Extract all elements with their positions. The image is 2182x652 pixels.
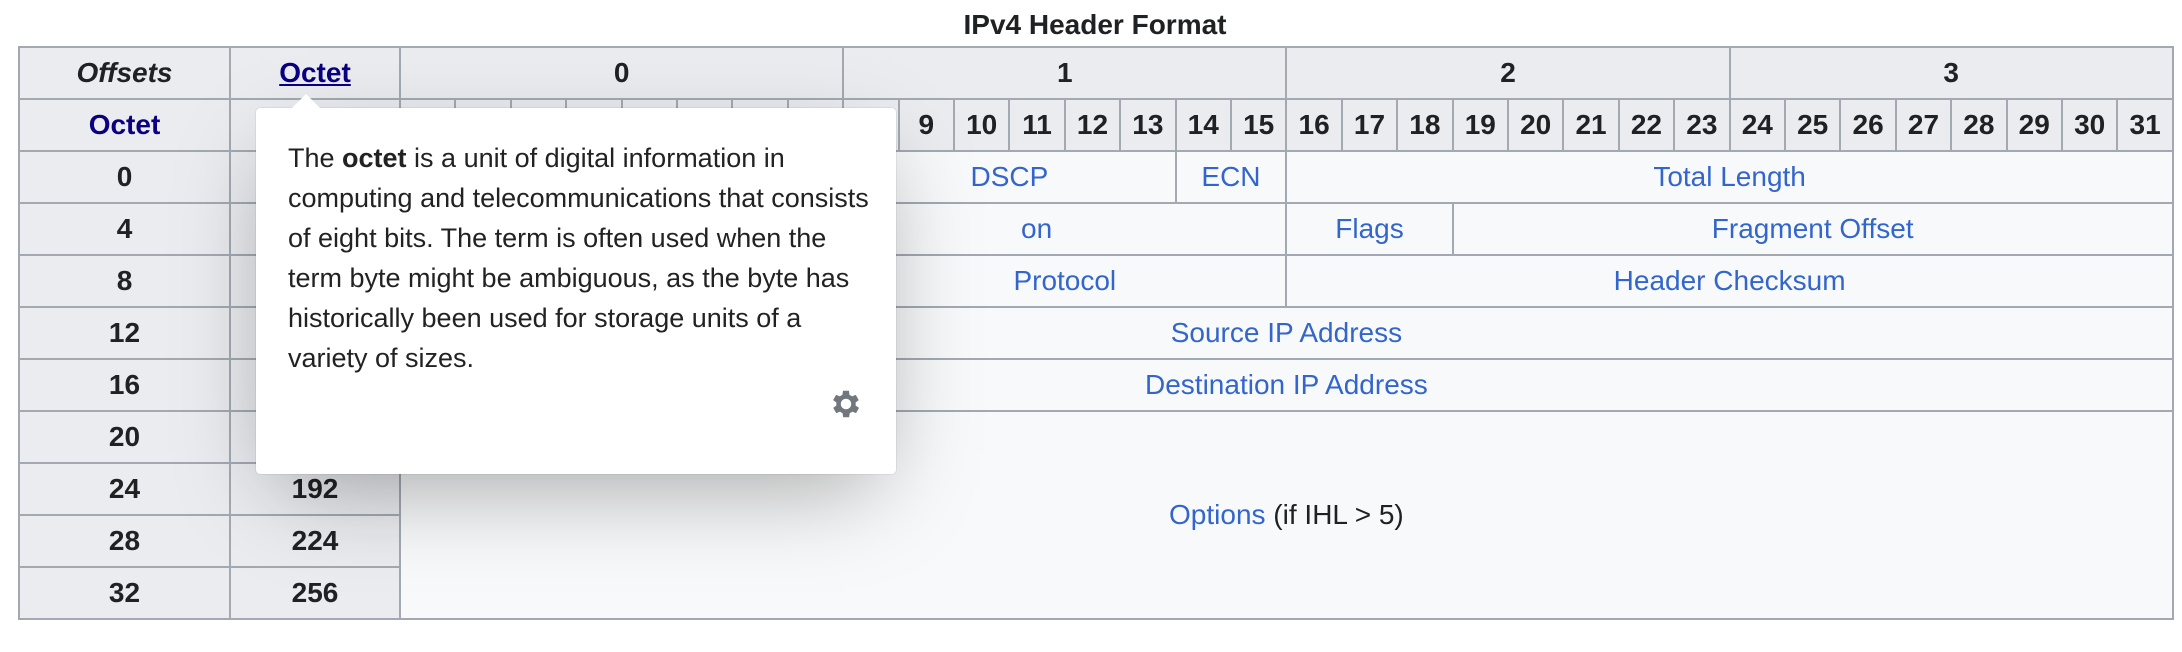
bit-number: 31 bbox=[2116, 98, 2174, 152]
octet-header-cell: Octet bbox=[229, 46, 401, 100]
octet-group-1: 1 bbox=[842, 46, 1288, 100]
field-ecn: ECN bbox=[1174, 150, 1288, 204]
header-checksum-link[interactable]: Header Checksum bbox=[1614, 265, 1846, 296]
table-caption: IPv4 Header Format bbox=[963, 9, 1227, 40]
destination-ip-link[interactable]: Destination IP Address bbox=[1145, 369, 1428, 400]
bit-number: 9 bbox=[897, 98, 955, 152]
bit-number: 14 bbox=[1174, 98, 1232, 152]
row-octet-offset: 24 bbox=[18, 462, 231, 516]
gear-icon[interactable] bbox=[828, 386, 864, 422]
bit-number: 10 bbox=[952, 98, 1011, 152]
bit-number: 15 bbox=[1229, 98, 1288, 152]
row-bit-offset: 256 bbox=[229, 566, 401, 620]
bit-number: 13 bbox=[1119, 98, 1177, 152]
bit-number: 29 bbox=[2005, 98, 2063, 152]
octet-link[interactable]: Octet bbox=[279, 57, 351, 88]
bit-number: 22 bbox=[1617, 98, 1676, 152]
row-octet-offset: 16 bbox=[18, 358, 231, 412]
dscp-link[interactable]: DSCP bbox=[970, 161, 1048, 192]
bit-number: 12 bbox=[1063, 98, 1122, 152]
row-bit-offset: 224 bbox=[229, 514, 401, 568]
row-octet-offset: 12 bbox=[18, 306, 231, 360]
row-octet-offset: 4 bbox=[18, 202, 231, 256]
bit-number: 19 bbox=[1451, 98, 1509, 152]
popup-term: octet bbox=[342, 143, 407, 173]
total-length-link[interactable]: Total Length bbox=[1653, 161, 1806, 192]
bit-number: 27 bbox=[1894, 98, 1953, 152]
identification-link[interactable]: on bbox=[1021, 213, 1052, 244]
fragment-offset-link[interactable]: Fragment Offset bbox=[1712, 213, 1914, 244]
row-octet-offset: 8 bbox=[18, 254, 231, 308]
row-octet-offset: 28 bbox=[18, 514, 231, 568]
row-octet-offset: 32 bbox=[18, 566, 231, 620]
field-fragment-offset: Fragment Offset bbox=[1451, 202, 2174, 256]
bit-number: 17 bbox=[1340, 98, 1399, 152]
field-header-checksum: Header Checksum bbox=[1285, 254, 2174, 308]
octet-group-3: 3 bbox=[1728, 46, 2174, 100]
bit-number: 30 bbox=[2060, 98, 2119, 152]
bit-number: 28 bbox=[1950, 98, 2008, 152]
protocol-link[interactable]: Protocol bbox=[1013, 265, 1116, 296]
popup-text: The octet is a unit of digital informati… bbox=[288, 138, 878, 378]
field-protocol: Protocol bbox=[842, 254, 1288, 308]
ecn-link[interactable]: ECN bbox=[1201, 161, 1260, 192]
bit-number: 21 bbox=[1562, 98, 1620, 152]
field-flags: Flags bbox=[1285, 202, 1454, 256]
octet-row-label: Octet bbox=[18, 98, 231, 152]
row-octet-offset: 0 bbox=[18, 150, 231, 204]
header-row-octet-groups: Offsets Octet 0 1 2 3 bbox=[18, 46, 2174, 100]
bit-number: 18 bbox=[1396, 98, 1454, 152]
row-octet-offset: 20 bbox=[18, 410, 231, 464]
flags-link[interactable]: Flags bbox=[1335, 213, 1403, 244]
offsets-header: Offsets bbox=[18, 46, 231, 100]
octet-group-2: 2 bbox=[1285, 46, 1731, 100]
source-ip-link[interactable]: Source IP Address bbox=[1171, 317, 1402, 348]
popup-pointer bbox=[290, 94, 322, 110]
bit-number: 26 bbox=[1839, 98, 1897, 152]
bit-number: 24 bbox=[1728, 98, 1787, 152]
options-link[interactable]: Options bbox=[1169, 499, 1266, 530]
definition-popup[interactable]: The octet is a unit of digital informati… bbox=[256, 108, 896, 474]
popup-prefix: The bbox=[288, 143, 343, 173]
bit-number: 25 bbox=[1783, 98, 1842, 152]
bit-number: 16 bbox=[1285, 98, 1343, 152]
octet-group-0: 0 bbox=[398, 46, 845, 100]
bit-number: 23 bbox=[1673, 98, 1731, 152]
bit-number: 11 bbox=[1008, 98, 1066, 152]
field-total-length: Total Length bbox=[1285, 150, 2174, 204]
bit-number: 20 bbox=[1506, 98, 1565, 152]
options-suffix: (if IHL > 5) bbox=[1265, 499, 1404, 530]
popup-body: is a unit of digital information in comp… bbox=[288, 143, 869, 373]
